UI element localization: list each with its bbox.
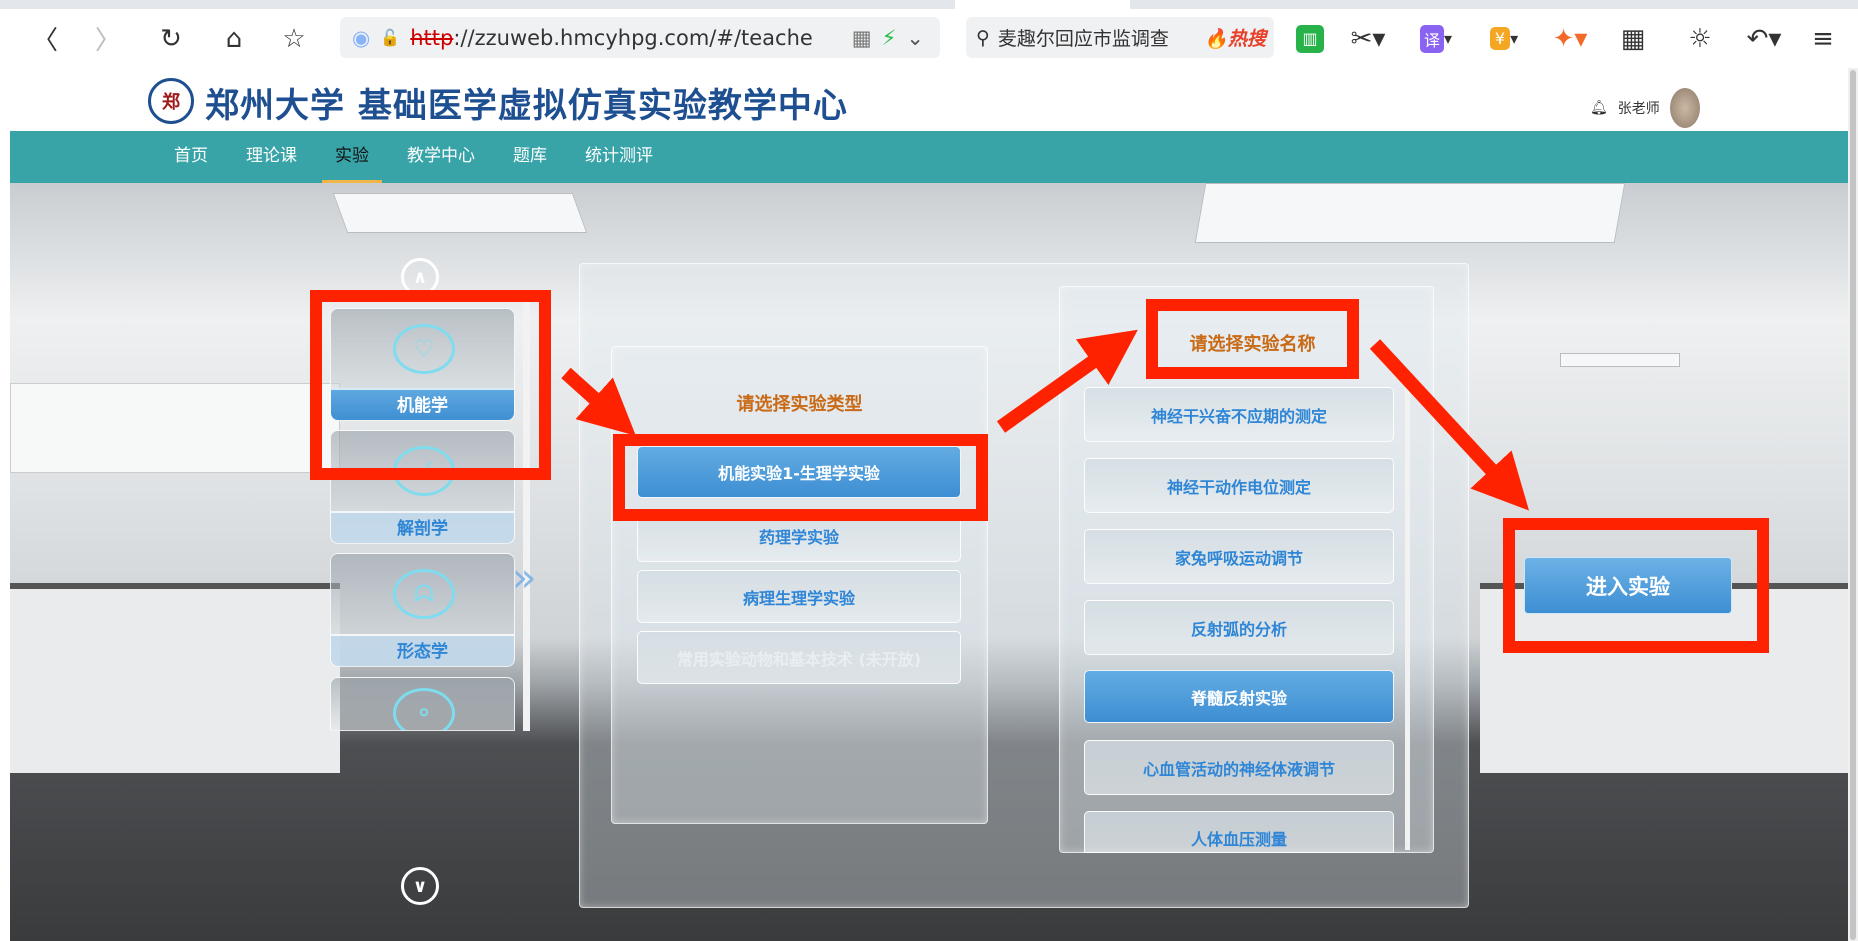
nav-teaching-center[interactable]: 教学中心 [388, 131, 494, 183]
experiment-option[interactable]: 神经干兴奋不应期的测定 [1084, 387, 1394, 442]
annotation-box [613, 434, 988, 521]
nav-home[interactable]: 首页 [155, 131, 227, 183]
star-icon[interactable]: ☆ [278, 9, 310, 68]
back-icon[interactable]: 〈 [30, 9, 60, 68]
search-icon: ⚲ [976, 26, 990, 49]
grid-icon[interactable]: ▦ [1618, 9, 1648, 68]
menu-icon[interactable]: ≡ [1808, 9, 1838, 68]
type-panel-title: 请选择实验类型 [736, 394, 863, 415]
main-nav: 首页 理论课 实验 教学中心 题库 统计测评 [10, 131, 1848, 183]
nav-experiment[interactable]: 实验 [316, 131, 388, 183]
discipline-label: 形态学 [331, 634, 514, 666]
qr-icon[interactable]: ▦ [852, 26, 872, 50]
user-area[interactable]: 🔔︎ 张老师 [1590, 88, 1700, 128]
experiment-option[interactable]: 神经干动作电位测定 [1084, 458, 1394, 513]
url-text: ://zzuweb.hmcyhpg.com/#/teache [453, 25, 813, 50]
url-scheme: http [410, 25, 454, 50]
annotation-box [1503, 518, 1769, 653]
chevron-down-icon: ∨ [412, 875, 428, 897]
user-name[interactable]: 张老师 [1618, 98, 1660, 118]
lightning-icon[interactable]: ⚡ [882, 26, 897, 50]
tab-strip [0, 0, 1858, 9]
address-bar[interactable]: ◉ 🔓 http://zzuweb.hmcyhpg.com/#/teache ▦… [340, 17, 940, 58]
hot-search-label[interactable]: 🔥热搜 [1204, 24, 1266, 51]
browser-search-box[interactable]: ⚲ 麦趣尔回应市监调查 🔥热搜 [966, 17, 1274, 58]
discipline-label: 解剖学 [331, 511, 514, 543]
type-option-disabled: 常用实验动物和基本技术 (未开放) [637, 631, 961, 684]
brightness-icon[interactable]: ☼ [1685, 9, 1715, 68]
site-info-icon[interactable]: ◉ [352, 26, 370, 50]
site-title[interactable]: 郑州大学 基础医学虚拟仿真实验教学中心 [205, 78, 848, 127]
double-chevron-right-icon: » [512, 555, 537, 601]
translate-label: 译 [1419, 24, 1444, 53]
translate-icon[interactable]: 译 ▾ [1416, 9, 1456, 68]
coupon-label: ¥ [1489, 27, 1511, 50]
book-icon[interactable]: ▥ [1296, 24, 1324, 53]
nav-question-bank[interactable]: 题库 [494, 131, 566, 183]
bell-icon[interactable]: 🔔︎ [1590, 100, 1608, 116]
nav-statistics[interactable]: 统计测评 [566, 131, 672, 183]
discipline-card-morphology[interactable]: ᗣ 形态学 [330, 553, 515, 667]
experiment-option-selected[interactable]: 脊髓反射实验 [1084, 670, 1394, 723]
avatar[interactable] [1669, 88, 1700, 128]
insecure-lock-icon: 🔓 [380, 28, 401, 47]
chevron-up-icon: ∧ [412, 266, 428, 288]
experiment-option[interactable]: 反射弧的分析 [1084, 600, 1394, 655]
forward-icon[interactable]: 〉 [93, 9, 123, 68]
game-icon[interactable]: ✦▾ [1550, 9, 1590, 68]
discipline-card-4[interactable]: ⚬ [330, 677, 515, 731]
reload-icon[interactable]: ↻ [155, 9, 187, 68]
experiment-option[interactable]: 心血管活动的神经体液调节 [1084, 740, 1394, 795]
nav-theory[interactable]: 理论课 [227, 131, 316, 183]
chevron-down-icon[interactable]: ⌄ [906, 26, 924, 50]
page-scrollbar[interactable] [1848, 68, 1858, 941]
experiment-option[interactable]: 人体血压测量 [1084, 811, 1394, 853]
undo-icon[interactable]: ↶▾ [1742, 9, 1786, 68]
scissors-icon[interactable]: ✂▾ [1348, 9, 1388, 68]
home-icon[interactable]: ⌂ [218, 9, 250, 68]
annotation-box [310, 290, 551, 480]
type-option[interactable]: 病理生理学实验 [637, 570, 961, 623]
coupon-icon[interactable]: ¥ ▾ [1484, 9, 1524, 68]
university-seal-logo: 郑 [148, 78, 194, 124]
active-tab[interactable] [955, 0, 1130, 9]
name-panel-scrollbar[interactable] [1405, 385, 1410, 850]
molecule-icon: ⚬ [393, 688, 455, 730]
experiment-option[interactable]: 家兔呼吸运动调节 [1084, 529, 1394, 584]
scroll-down-button[interactable]: ∨ [401, 867, 439, 905]
search-text: 麦趣尔回应市监调查 [997, 28, 1169, 50]
lungs-icon: ᗣ [393, 569, 455, 619]
annotation-box [1146, 299, 1359, 379]
